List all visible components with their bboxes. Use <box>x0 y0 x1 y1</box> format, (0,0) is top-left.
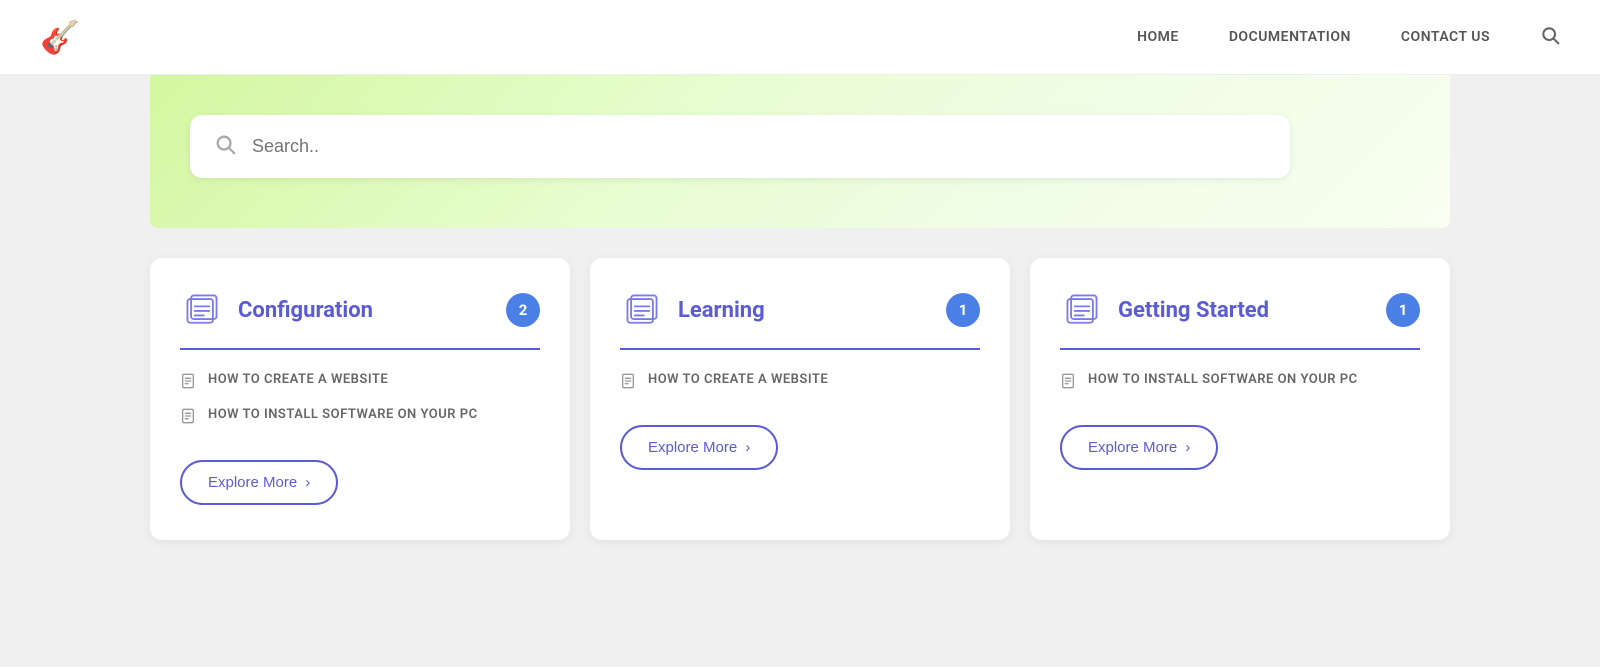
card-configuration-title: Configuration <box>238 298 492 323</box>
document-icon-1 <box>180 408 196 428</box>
card-learning-badge: 1 <box>946 293 980 327</box>
navbar-right: HOME DOCUMENTATION CONTACT US <box>1137 25 1560 50</box>
card-configuration-item-0: HOW TO CREATE A WEBSITE <box>180 372 540 393</box>
card-getting-started: Getting Started 1 HOW TO INSTALL SOFTWAR… <box>1030 258 1450 540</box>
card-getting-started-title: Getting Started <box>1118 298 1372 323</box>
nav-documentation[interactable]: DOCUMENTATION <box>1229 29 1351 45</box>
cards-section: Configuration 2 HOW TO CREATE A WEBSITE <box>150 258 1450 580</box>
card-learning-item-text-0: HOW TO CREATE A WEBSITE <box>648 372 828 387</box>
card-configuration-item-text-1: HOW TO INSTALL SOFTWARE ON YOUR PC <box>208 407 478 422</box>
card-getting-started-header: Getting Started 1 <box>1060 288 1420 332</box>
explore-more-getting-started[interactable]: Explore More › <box>1060 425 1218 470</box>
card-learning: Learning 1 HOW TO CREATE A WEBSITE Explo… <box>590 258 1010 540</box>
card-configuration: Configuration 2 HOW TO CREATE A WEBSITE <box>150 258 570 540</box>
explore-more-configuration[interactable]: Explore More › <box>180 460 338 505</box>
card-getting-started-item-0: HOW TO INSTALL SOFTWARE ON YOUR PC <box>1060 372 1420 393</box>
card-getting-started-badge: 1 <box>1386 293 1420 327</box>
document-icon-0 <box>180 373 196 393</box>
search-container <box>190 115 1290 178</box>
card-configuration-icon <box>180 288 224 332</box>
search-icon <box>214 133 236 160</box>
document-icon-gs-0 <box>1060 373 1076 393</box>
hero-banner <box>150 75 1450 228</box>
card-configuration-item-text-0: HOW TO CREATE A WEBSITE <box>208 372 388 387</box>
logo-icon: 🎸 <box>40 18 80 56</box>
card-configuration-badge: 2 <box>506 293 540 327</box>
card-learning-divider <box>620 348 980 350</box>
search-input[interactable] <box>252 136 1266 157</box>
card-configuration-header: Configuration 2 <box>180 288 540 332</box>
card-configuration-item-1: HOW TO INSTALL SOFTWARE ON YOUR PC <box>180 407 540 428</box>
nav-contact[interactable]: CONTACT US <box>1401 29 1490 45</box>
navbar-left: 🎸 <box>40 18 80 56</box>
card-learning-item-0: HOW TO CREATE A WEBSITE <box>620 372 980 393</box>
card-getting-started-item-text-0: HOW TO INSTALL SOFTWARE ON YOUR PC <box>1088 372 1358 387</box>
document-icon-learning-0 <box>620 373 636 393</box>
card-learning-icon <box>620 288 664 332</box>
card-learning-header: Learning 1 <box>620 288 980 332</box>
navbar: 🎸 HOME DOCUMENTATION CONTACT US <box>0 0 1600 75</box>
card-getting-started-divider <box>1060 348 1420 350</box>
search-nav-icon[interactable] <box>1540 25 1560 50</box>
explore-more-learning[interactable]: Explore More › <box>620 425 778 470</box>
card-learning-title: Learning <box>678 298 932 323</box>
card-configuration-divider <box>180 348 540 350</box>
nav-home[interactable]: HOME <box>1137 29 1179 45</box>
card-getting-started-icon <box>1060 288 1104 332</box>
